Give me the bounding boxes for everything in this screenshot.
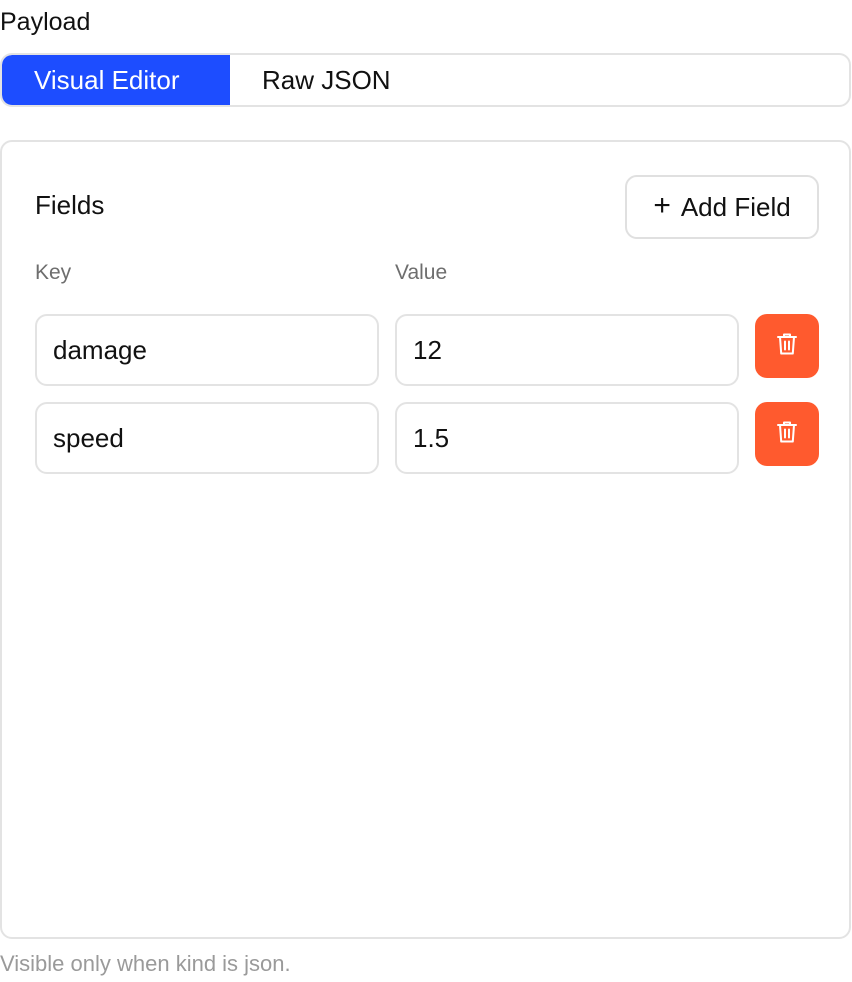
value-column-header: Value: [395, 261, 448, 284]
payload-label: Payload: [0, 8, 91, 36]
trash-icon: [776, 332, 798, 361]
helper-text: Visible only when kind is json.: [0, 951, 291, 976]
payload-mode-tabs: Visual Editor Raw JSON: [0, 53, 851, 107]
fields-panel: Fields + Add Field Key Value: [0, 140, 851, 939]
trash-icon: [776, 420, 798, 449]
tab-raw-json[interactable]: Raw JSON: [230, 55, 391, 105]
fields-title: Fields: [35, 190, 105, 220]
field-key-input[interactable]: [35, 402, 379, 474]
delete-field-button[interactable]: [755, 314, 819, 378]
delete-field-button[interactable]: [755, 402, 819, 466]
add-field-label: Add Field: [680, 191, 791, 222]
tab-visual-editor[interactable]: Visual Editor: [2, 55, 230, 105]
add-field-button[interactable]: + Add Field: [625, 175, 819, 239]
plus-icon: +: [653, 188, 671, 222]
field-row: [35, 402, 821, 474]
field-key-input[interactable]: [35, 314, 379, 386]
field-row: [35, 314, 821, 386]
field-value-input[interactable]: [395, 402, 739, 474]
key-column-header: Key: [35, 261, 72, 284]
field-value-input[interactable]: [395, 314, 739, 386]
